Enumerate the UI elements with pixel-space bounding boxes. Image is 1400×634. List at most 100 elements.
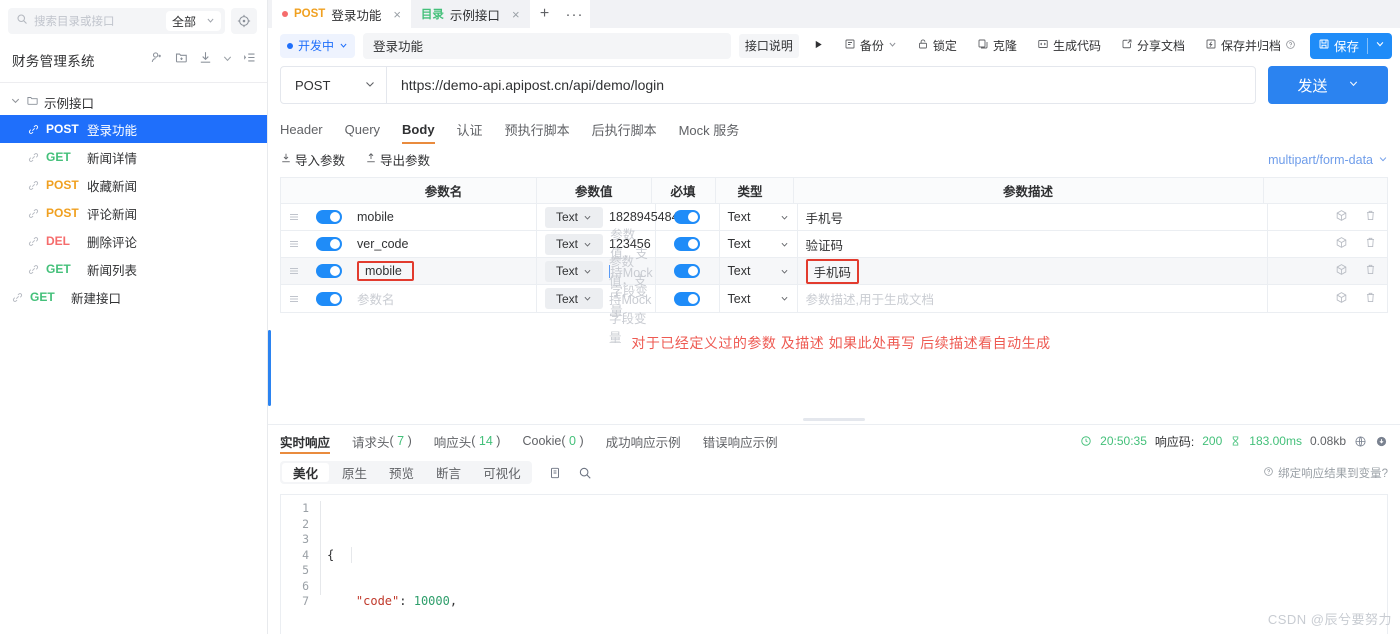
search-input[interactable]: 搜索目录或接口 全部 bbox=[8, 8, 225, 34]
export-params-button[interactable]: 导出参数 bbox=[365, 150, 430, 169]
param-name-input[interactable]: ver_code bbox=[357, 237, 408, 251]
api-description-button[interactable]: 接口说明 bbox=[738, 33, 799, 58]
save-button[interactable]: 保存 bbox=[1309, 32, 1392, 59]
sidebar-item-collect-news[interactable]: POST 收藏新闻 bbox=[0, 171, 267, 199]
param-type-select[interactable]: Text bbox=[720, 204, 798, 230]
tab-body[interactable]: Body bbox=[402, 114, 435, 144]
new-tab-button[interactable]: + bbox=[529, 0, 560, 28]
format-preview[interactable]: 预览 bbox=[378, 461, 425, 484]
backup-button[interactable]: 备份 bbox=[838, 34, 903, 58]
row-enable-toggle[interactable] bbox=[307, 237, 351, 251]
clone-button[interactable]: 克隆 bbox=[971, 34, 1023, 58]
param-desc-input[interactable]: 验证码 bbox=[806, 235, 844, 254]
table-row[interactable]: ver_code Text 123456 Text 验证码 bbox=[281, 231, 1387, 258]
format-raw[interactable]: 原生 bbox=[331, 461, 378, 484]
target-icon[interactable] bbox=[231, 8, 257, 34]
tab-query[interactable]: Query bbox=[345, 114, 380, 144]
api-name-input[interactable]: 登录功能 bbox=[363, 32, 731, 59]
chevron-down-icon[interactable] bbox=[1368, 39, 1392, 52]
cube-icon[interactable] bbox=[1335, 291, 1348, 307]
download-circle-icon[interactable] bbox=[1375, 435, 1388, 448]
tab-auth[interactable]: 认证 bbox=[457, 114, 483, 144]
cube-icon[interactable] bbox=[1335, 236, 1348, 252]
bind-response-variable[interactable]: 绑定响应结果到变量? bbox=[1263, 465, 1388, 481]
tab-error-example[interactable]: 错误响应示例 bbox=[703, 425, 778, 457]
param-name-input[interactable]: mobile bbox=[357, 261, 414, 281]
table-row[interactable]: 参数名 Text 参数值，支持Mock字段变量 Text 参数描述,用于生成文档 bbox=[281, 255, 1387, 345]
param-type-select[interactable]: Text bbox=[720, 231, 798, 257]
row-enable-toggle[interactable] bbox=[307, 210, 351, 224]
row-enable-toggle[interactable] bbox=[307, 291, 351, 306]
drag-handle-icon[interactable] bbox=[281, 265, 307, 277]
tab-mock[interactable]: Mock 服务 bbox=[679, 114, 740, 144]
param-type-select[interactable]: Text bbox=[720, 258, 798, 284]
drag-handle-icon[interactable] bbox=[281, 211, 307, 223]
tab-postscript[interactable]: 后执行脚本 bbox=[592, 114, 657, 144]
lock-button[interactable]: 锁定 bbox=[911, 34, 963, 58]
format-beautify[interactable]: 美化 bbox=[282, 463, 330, 482]
sidebar-item-news-detail[interactable]: GET 新闻详情 bbox=[0, 143, 267, 171]
tab-success-example[interactable]: 成功响应示例 bbox=[606, 425, 681, 457]
param-type-select[interactable]: Text bbox=[720, 285, 798, 312]
param-value-type-select[interactable]: Text bbox=[545, 233, 603, 255]
cube-icon[interactable] bbox=[1335, 209, 1348, 225]
param-desc-input[interactable]: 手机码 bbox=[805, 258, 860, 284]
help-icon[interactable] bbox=[1285, 39, 1296, 53]
download-icon[interactable] bbox=[198, 50, 213, 70]
trash-icon[interactable] bbox=[1364, 291, 1377, 307]
tab-realtime-response[interactable]: 实时响应 bbox=[280, 425, 331, 457]
chevron-down-icon[interactable] bbox=[10, 95, 21, 109]
sidebar-item-comment-news[interactable]: POST 评论新闻 bbox=[0, 199, 267, 227]
sidebar-item-new-api[interactable]: GET 新建接口 bbox=[0, 283, 267, 311]
url-input[interactable]: https://demo-api.apipost.cn/api/demo/log… bbox=[387, 77, 664, 93]
tab-more-button[interactable]: ··· bbox=[559, 0, 590, 28]
share-user-icon[interactable] bbox=[150, 50, 165, 70]
new-folder-icon[interactable] bbox=[174, 50, 189, 70]
close-icon[interactable]: × bbox=[512, 7, 520, 22]
send-button[interactable]: 发送 bbox=[1268, 66, 1388, 104]
import-params-button[interactable]: 导入参数 bbox=[280, 150, 345, 169]
copy-icon[interactable] bbox=[548, 466, 562, 480]
param-name-input[interactable]: 参数名 bbox=[357, 289, 395, 308]
run-button[interactable] bbox=[807, 34, 830, 58]
chevron-down-icon[interactable] bbox=[888, 40, 897, 52]
save-archive-button[interactable]: 保存并归档 bbox=[1199, 34, 1302, 58]
table-row[interactable]: mobile Text 18289454847 Text 手机号 bbox=[281, 204, 1387, 231]
param-desc-input[interactable]: 参数描述,用于生成文档 bbox=[806, 289, 934, 308]
tab-prescript[interactable]: 预执行脚本 bbox=[505, 114, 570, 144]
vertical-resizer[interactable] bbox=[268, 330, 271, 406]
trash-icon[interactable] bbox=[1364, 263, 1377, 279]
param-value-type-select[interactable]: Text bbox=[545, 206, 603, 228]
row-required-toggle[interactable] bbox=[656, 204, 720, 230]
tab-response-headers[interactable]: 响应头 ( 14 ) bbox=[434, 425, 501, 457]
format-assert[interactable]: 断言 bbox=[425, 461, 472, 484]
param-value-type-select[interactable]: Text bbox=[545, 260, 603, 282]
response-code-viewer[interactable]: 1 2 3 4 5 6 7 { "code": 10000, "msg": "s… bbox=[280, 494, 1388, 634]
trash-icon[interactable] bbox=[1364, 236, 1377, 252]
method-select[interactable]: POST bbox=[281, 67, 387, 103]
tab-header[interactable]: Header bbox=[280, 114, 323, 144]
generate-code-button[interactable]: 生成代码 bbox=[1031, 34, 1107, 58]
tab-login[interactable]: POST 登录功能 × bbox=[272, 0, 411, 28]
api-status-select[interactable]: 开发中 bbox=[280, 33, 356, 58]
chevron-down-icon[interactable] bbox=[1348, 78, 1359, 92]
sidebar-item-login[interactable]: POST 登录功能 bbox=[0, 115, 267, 143]
tab-example-dir[interactable]: 目录 示例接口 × bbox=[411, 0, 530, 28]
drag-handle-icon[interactable] bbox=[281, 293, 307, 305]
globe-icon[interactable] bbox=[1354, 435, 1367, 448]
tree-folder-example[interactable]: 示例接口 bbox=[0, 89, 267, 115]
trash-icon[interactable] bbox=[1364, 209, 1377, 225]
row-required-toggle[interactable] bbox=[656, 258, 720, 284]
content-type-select[interactable]: multipart/form-data bbox=[1268, 153, 1388, 167]
table-row[interactable]: mobile Text 参数值，支持Mock字段变量 Text 手机码 bbox=[281, 228, 1387, 318]
row-enable-toggle[interactable] bbox=[307, 264, 351, 278]
drag-handle-icon[interactable] bbox=[281, 238, 307, 250]
search-icon[interactable] bbox=[578, 466, 592, 480]
list-collapse-icon[interactable] bbox=[242, 50, 257, 70]
close-icon[interactable]: × bbox=[393, 7, 401, 22]
row-required-toggle[interactable] bbox=[656, 285, 720, 312]
sidebar-item-news-list[interactable]: GET 新闻列表 bbox=[0, 255, 267, 283]
param-value-type-select[interactable]: Text bbox=[545, 288, 603, 309]
sidebar-item-delete-comment[interactable]: DEL 删除评论 bbox=[0, 227, 267, 255]
format-visualize[interactable]: 可视化 bbox=[472, 461, 532, 484]
